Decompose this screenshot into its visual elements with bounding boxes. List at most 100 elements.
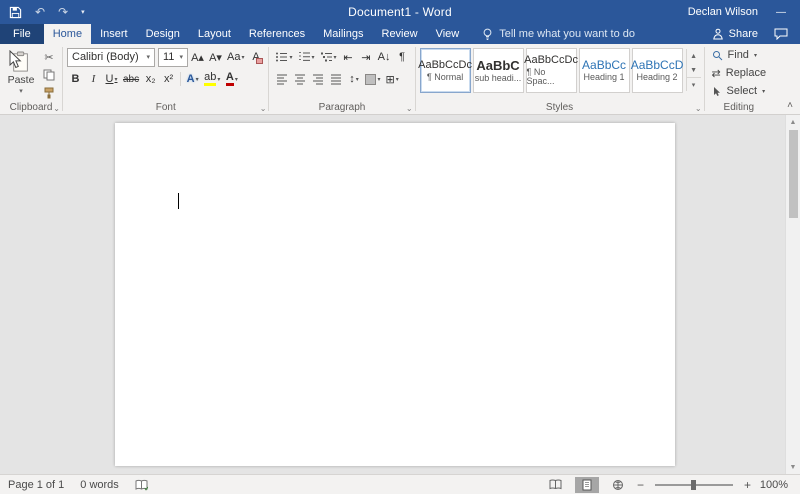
subscript-button[interactable]: x₂ xyxy=(142,70,159,89)
style-heading-2[interactable]: AaBbCcD Heading 2 xyxy=(631,48,683,93)
zoom-level[interactable]: 100% xyxy=(758,479,788,491)
align-center-button[interactable] xyxy=(291,70,308,89)
borders-button[interactable]: ⊞ ▾ xyxy=(384,70,401,89)
undo-button[interactable]: ↶ xyxy=(35,6,45,18)
style-heading-1[interactable]: AaBbCc Heading 1 xyxy=(578,48,630,93)
scroll-down-button[interactable]: ▼ xyxy=(786,460,800,474)
page-indicator[interactable]: Page 1 of 1 xyxy=(8,479,64,491)
styles-gallery-up-button[interactable]: ▲ xyxy=(687,49,701,63)
share-button[interactable]: Share xyxy=(712,28,758,40)
font-dialog-launcher[interactable]: ⌄ xyxy=(260,105,267,113)
replace-button[interactable]: ⇄ Replace xyxy=(712,66,767,81)
shrink-font-button[interactable]: A▾ xyxy=(207,48,224,67)
select-button[interactable]: Select ▾ xyxy=(712,84,767,99)
line-spacing-button[interactable]: ↕ ▾ xyxy=(345,70,362,89)
share-icon xyxy=(712,28,723,40)
collapse-ribbon-button[interactable]: ˄ xyxy=(787,100,793,111)
save-icon xyxy=(9,6,22,18)
font-group-label: Font xyxy=(155,101,176,113)
grow-font-button[interactable]: A▴ xyxy=(189,48,206,67)
format-painter-button[interactable] xyxy=(41,86,57,100)
increase-indent-button[interactable]: ⇥ xyxy=(358,48,375,67)
print-layout-button[interactable] xyxy=(574,476,599,493)
web-layout-icon xyxy=(612,479,623,490)
text-highlight-button[interactable]: ab ▾ xyxy=(202,70,222,89)
tab-insert[interactable]: Insert xyxy=(91,24,137,44)
zoom-slider[interactable] xyxy=(654,479,733,490)
word-count[interactable]: 0 words xyxy=(80,479,119,491)
bullets-button[interactable]: ▾ xyxy=(273,48,294,67)
text-effects-button[interactable]: A ▾ xyxy=(184,70,201,89)
save-button[interactable] xyxy=(9,6,22,19)
minimize-button[interactable]: — xyxy=(776,7,786,18)
strikethrough-button[interactable]: abc xyxy=(121,70,141,89)
vertical-scrollbar[interactable]: ▲ ▼ xyxy=(785,115,800,474)
comment-icon[interactable] xyxy=(774,28,788,40)
document-page[interactable] xyxy=(115,123,675,466)
multilevel-list-button[interactable]: ▾ xyxy=(318,48,339,67)
scrollbar-thumb[interactable] xyxy=(788,130,798,218)
superscript-button[interactable]: x² xyxy=(160,70,177,89)
italic-button[interactable]: I xyxy=(85,70,102,89)
paragraph-dialog-launcher[interactable]: ⌄ xyxy=(406,105,413,113)
style-no-spacing[interactable]: AaBbCcDc ¶ No Spac... xyxy=(524,48,578,93)
zoom-in-button[interactable]: + xyxy=(744,479,751,491)
editing-group-label: Editing xyxy=(723,101,755,113)
ribbon: Paste ▾ ✂ Clipboard ⌄ Calibri (Body) ▾ 1… xyxy=(0,44,800,115)
cut-button[interactable]: ✂ xyxy=(41,50,57,64)
multilevel-list-icon xyxy=(320,52,332,62)
find-button[interactable]: Find ▾ xyxy=(712,48,767,63)
document-area: ▲ ▼ xyxy=(0,115,800,474)
align-right-button[interactable] xyxy=(309,70,326,89)
style-sub-heading[interactable]: AaBbC sub headi... xyxy=(472,48,524,93)
font-size-combo[interactable]: 11 ▾ xyxy=(158,47,188,67)
font-color-button[interactable]: A ▾ xyxy=(223,70,240,89)
style-normal[interactable]: AaBbCcDc ¶ Normal xyxy=(418,48,472,93)
styles-gallery-down-button[interactable]: ▼ xyxy=(687,63,701,77)
zoom-out-button[interactable]: − xyxy=(637,479,644,491)
ribbon-tab-row: File Home Insert Design Layout Reference… xyxy=(0,24,800,69)
window-title: Document1 - Word xyxy=(348,5,452,19)
tab-file[interactable]: File xyxy=(0,24,44,44)
statusbar-right: − + 100% xyxy=(544,476,792,493)
redo-button[interactable]: ↷ xyxy=(58,6,68,18)
tab-view[interactable]: View xyxy=(427,24,469,44)
clipboard-group: Paste ▾ ✂ Clipboard ⌄ xyxy=(0,44,62,114)
font-name-combo[interactable]: Calibri (Body) ▾ xyxy=(67,47,155,67)
tell-me-box[interactable]: Tell me what you want to do xyxy=(482,24,635,44)
zoom-slider-thumb[interactable] xyxy=(690,479,696,490)
copy-button[interactable] xyxy=(41,68,57,82)
clear-formatting-button[interactable]: A xyxy=(247,48,264,67)
select-icon xyxy=(713,86,720,96)
justify-button[interactable] xyxy=(327,70,344,89)
paste-icon xyxy=(13,51,28,72)
tab-home[interactable]: Home xyxy=(43,24,92,44)
bold-button[interactable]: B xyxy=(67,70,84,89)
bullets-icon xyxy=(276,52,288,62)
user-name[interactable]: Declan Wilson xyxy=(688,6,758,18)
customize-quick-access-button[interactable]: ▾ xyxy=(81,9,85,16)
styles-gallery-more-button[interactable]: ▾ xyxy=(686,77,701,91)
read-mode-button[interactable] xyxy=(544,477,568,493)
scroll-up-button[interactable]: ▲ xyxy=(786,115,800,129)
change-case-button[interactable]: Aa ▾ xyxy=(225,48,246,67)
align-right-icon xyxy=(312,74,323,85)
styles-dialog-launcher[interactable]: ⌄ xyxy=(695,105,702,113)
tab-layout[interactable]: Layout xyxy=(189,24,240,44)
tab-review[interactable]: Review xyxy=(373,24,427,44)
sort-button[interactable]: A↓ xyxy=(376,48,393,67)
web-layout-button[interactable] xyxy=(606,477,630,493)
tab-design[interactable]: Design xyxy=(137,24,189,44)
tab-mailings[interactable]: Mailings xyxy=(314,24,372,44)
proofing-status-button[interactable] xyxy=(135,479,148,491)
clipboard-dialog-launcher[interactable]: ⌄ xyxy=(53,105,60,113)
decrease-indent-button[interactable]: ⇤ xyxy=(340,48,357,67)
numbering-button[interactable]: ▾ xyxy=(296,48,317,67)
paste-button[interactable]: Paste ▾ xyxy=(3,46,39,100)
tab-references[interactable]: References xyxy=(240,24,314,44)
show-hide-pilcrow-button[interactable]: ¶ xyxy=(394,48,411,67)
align-left-button[interactable] xyxy=(273,70,290,89)
shading-button[interactable]: ▾ xyxy=(363,70,382,89)
underline-button[interactable]: U ▾ xyxy=(103,70,120,89)
proofing-icon xyxy=(135,479,148,491)
